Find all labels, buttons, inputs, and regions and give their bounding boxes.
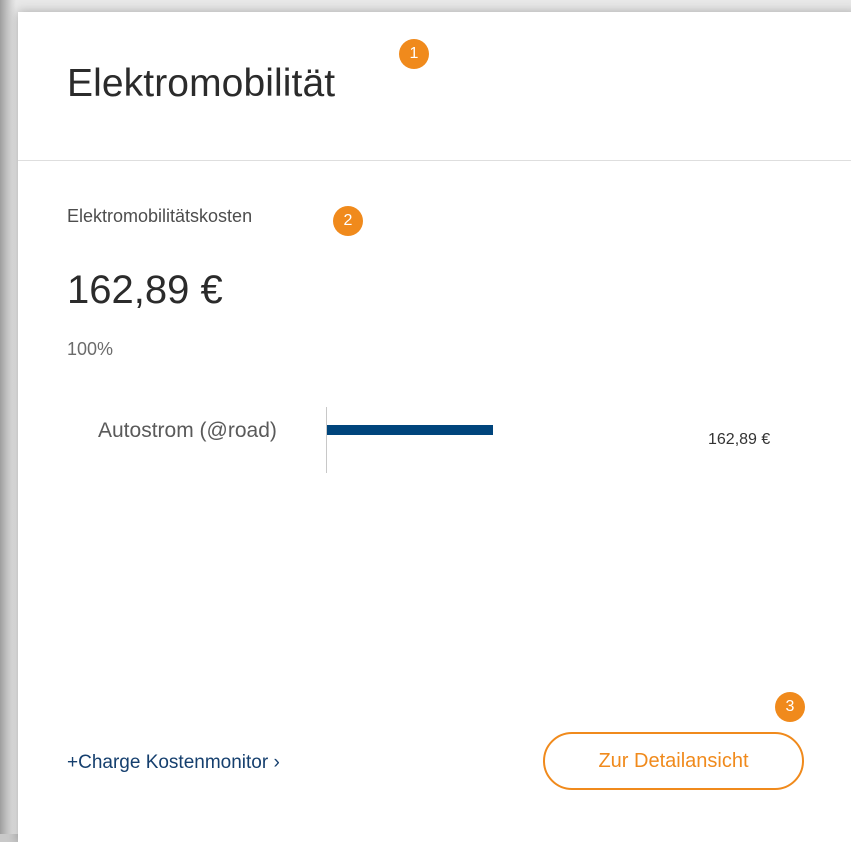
kostenmonitor-link[interactable]: +Charge Kostenmonitor › (67, 752, 280, 774)
bar-category-label: Autostrom (@road) (98, 419, 277, 442)
detail-view-button[interactable]: Zur Detailansicht (543, 732, 804, 790)
step-badge-2: 2 (333, 206, 363, 236)
step-badge-3: 3 (775, 692, 805, 722)
share-percent: 100% (67, 339, 114, 359)
bar-value-label: 162,89 € (708, 431, 771, 448)
cost-subtitle: Elektromobilitätskosten (67, 206, 253, 226)
total-amount: 162,89 € (67, 268, 223, 312)
chart-axis (326, 407, 327, 473)
step-badge-1: 1 (399, 39, 429, 69)
bar-autostrom (327, 425, 493, 435)
card-title: Elektromobilität (67, 62, 336, 105)
card-header: Elektromobilität 1 (18, 12, 851, 161)
detail-view-button-label: Zur Detailansicht (598, 749, 749, 772)
emobility-card: Elektromobilität 1 Elektromobilitätskost… (18, 12, 851, 842)
